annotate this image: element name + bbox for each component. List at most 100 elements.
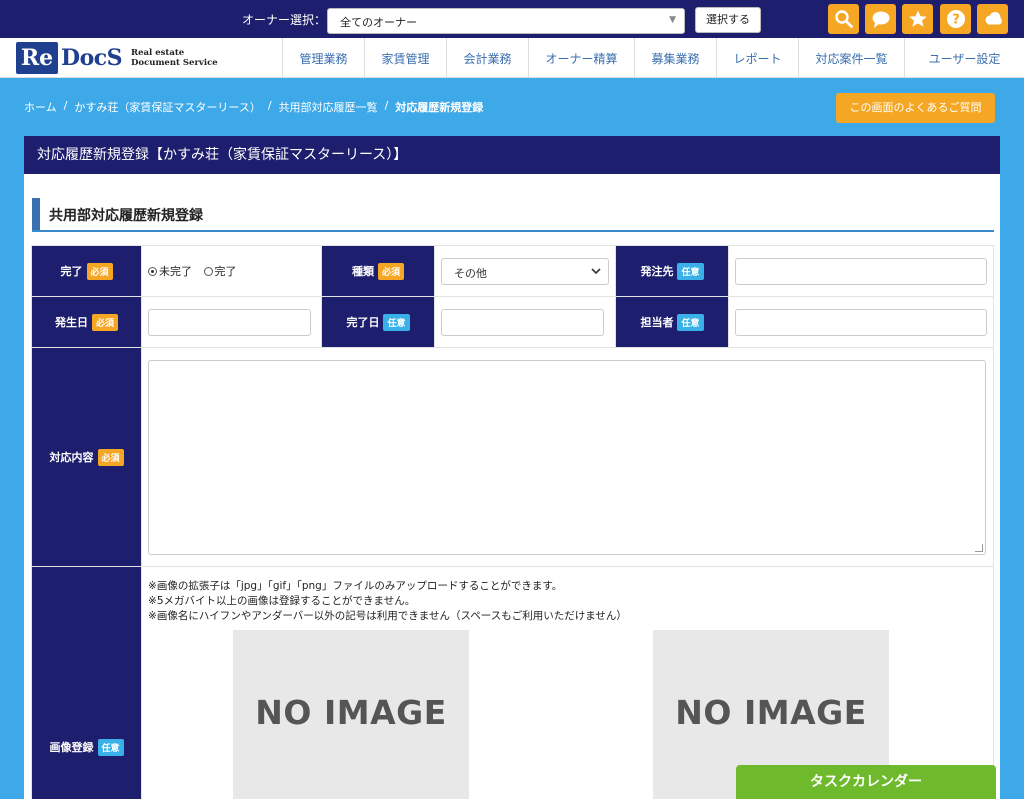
occurred-date-field: [141, 296, 323, 348]
type-select-value: その他: [453, 266, 487, 280]
breadcrumb-separator: /: [384, 99, 389, 112]
no-image-placeholder: NO IMAGE: [675, 693, 867, 732]
svg-text:?: ?: [952, 13, 960, 28]
nav-item-owner-settlement[interactable]: オーナー精算: [528, 38, 634, 78]
redocs-logo[interactable]: Re DocS Real estate Document Service: [16, 42, 218, 74]
content-label-cell: 対応内容 必須: [30, 347, 143, 567]
breadcrumb-property[interactable]: かすみ荘（家賃保証マスターリース）: [74, 99, 260, 115]
required-badge: 必須: [92, 313, 119, 331]
required-badge: 必須: [97, 448, 124, 466]
radio-incomplete[interactable]: 未完了: [148, 263, 192, 279]
staff-input[interactable]: [735, 308, 987, 336]
section-heading: 共用部対応履歴新規登録: [32, 198, 994, 232]
staff-label: 担当者: [640, 315, 674, 329]
completed-date-label-cell: 完了日 任意: [321, 296, 435, 348]
logo-subtitle-line2: Document Service: [131, 58, 218, 68]
owner-select[interactable]: 全てのオーナー ▼: [327, 8, 685, 34]
optional-badge: 任意: [677, 313, 704, 331]
image-note-extension: ※画像の拡張子は「jpg」「gif」「png」ファイルのみアップロードすることが…: [148, 580, 563, 592]
orderer-label: 発注先: [640, 264, 674, 278]
type-label: 種類: [351, 264, 374, 278]
radio-selected-icon: [148, 266, 158, 276]
chat-bubble-icon: [872, 11, 889, 28]
radio-unselected-icon: [203, 266, 213, 276]
completed-date-field: [433, 296, 616, 348]
required-badge: 必須: [377, 262, 404, 280]
main-panel: 対応履歴新規登録【かすみ荘（家賃保証マスターリース）】 共用部対応履歴新規登録 …: [24, 136, 1000, 799]
header: Re DocS Real estate Document Service 管理業…: [0, 38, 1024, 78]
optional-badge: 任意: [677, 262, 704, 280]
image-note-size: ※5メガバイト以上の画像は登録することができません。: [148, 595, 416, 607]
image-note-filename: ※画像名にハイフンやアンダーバー以外の記号は利用できません（スペースもご利用いた…: [148, 610, 627, 622]
completion-label-cell: 完了 必須: [30, 245, 143, 297]
radio-complete[interactable]: 完了: [203, 263, 237, 279]
task-calendar-button[interactable]: タスクカレンダー: [736, 765, 996, 799]
occurred-date-label-cell: 発生日 必須: [30, 296, 143, 348]
breadcrumb-separator: /: [267, 99, 272, 112]
breadcrumb-home[interactable]: ホーム: [24, 99, 57, 115]
type-label-cell: 種類 必須: [321, 245, 435, 297]
orderer-label-cell: 発注先 任意: [614, 245, 730, 297]
optional-badge: 任意: [97, 739, 124, 756]
favorite-button[interactable]: [902, 4, 933, 34]
help-button[interactable]: ?: [940, 4, 971, 34]
occurred-date-input[interactable]: [148, 308, 312, 336]
nav-item-cases[interactable]: 対応案件一覧: [798, 38, 904, 78]
chat-button[interactable]: [865, 4, 896, 34]
radio-incomplete-label: 未完了: [159, 265, 193, 278]
image-label: 画像登録: [49, 741, 94, 754]
completed-date-input[interactable]: [440, 308, 604, 336]
nav-item-recruitment[interactable]: 募集業務: [634, 38, 716, 78]
breadcrumb-separator: /: [63, 99, 68, 112]
star-icon: [908, 10, 927, 27]
staff-label-cell: 担当者 任意: [614, 296, 730, 348]
history-form: 完了 必須 未完了 完了 種類 必須 その他 発注先 任意 発生日 必須 完了日 任意 担…: [30, 245, 994, 799]
resize-grip-icon[interactable]: [975, 543, 984, 552]
section-heading-bar: [32, 198, 40, 230]
cloud-icon: [985, 12, 1002, 25]
section-heading-text: 共用部対応履歴新規登録: [49, 208, 203, 224]
page-title: 対応履歴新規登録【かすみ荘（家賃保証マスターリース）】: [24, 136, 1000, 174]
content-label: 対応内容: [49, 450, 94, 464]
content-field: [141, 347, 994, 567]
nav-item-rent[interactable]: 家賃管理: [364, 38, 446, 78]
main-nav: 管理業務 家賃管理 会計業務 オーナー精算 募集業務 レポート 対応案件一覧 ユ…: [282, 38, 1024, 78]
completion-field: 未完了 完了: [141, 245, 323, 297]
breadcrumb-history-list[interactable]: 共用部対応履歴一覧: [279, 99, 378, 115]
nav-item-accounting[interactable]: 会計業務: [446, 38, 528, 78]
nav-item-user-settings[interactable]: ユーザー設定: [904, 38, 1024, 78]
logo-docs: DocS: [61, 45, 123, 71]
optional-badge: 任意: [383, 313, 410, 331]
nav-item-management[interactable]: 管理業務: [282, 38, 364, 78]
staff-field: [728, 296, 994, 348]
completion-label: 完了: [60, 264, 83, 278]
content-textarea[interactable]: [148, 359, 987, 555]
no-image-placeholder: NO IMAGE: [255, 693, 447, 732]
logo-subtitle-line1: Real estate: [131, 48, 185, 58]
nav-item-report[interactable]: レポート: [716, 38, 798, 78]
top-bar: オーナー選択： 全てのオーナー ▼ 選択する ?: [0, 0, 1024, 38]
image-notes: ※画像の拡張子は「jpg」「gif」「png」ファイルのみアップロードすることが…: [148, 567, 987, 624]
breadcrumb: ホーム / かすみ荘（家賃保証マスターリース） / 共用部対応履歴一覧 / 対応…: [24, 99, 483, 115]
occurred-date-label: 発生日: [55, 315, 88, 329]
search-button[interactable]: [828, 4, 859, 34]
orderer-input[interactable]: [735, 257, 987, 285]
owner-select-value: 全てのオーナー: [340, 16, 417, 29]
logo-subtitle: Real estate Document Service: [131, 48, 218, 68]
chevron-down-icon: [591, 267, 601, 274]
image-label-cell: 画像登録 任意: [30, 566, 143, 799]
image-slot-1[interactable]: NO IMAGE: [233, 630, 470, 799]
chevron-down-icon: ▼: [669, 15, 676, 25]
breadcrumb-current: 対応履歴新規登録: [395, 101, 484, 114]
owner-select-label: オーナー選択：: [242, 13, 327, 27]
cloud-button[interactable]: [977, 4, 1008, 34]
question-icon: ?: [946, 10, 965, 28]
orderer-field: [728, 245, 994, 297]
completed-date-label: 完了日: [346, 315, 380, 329]
radio-complete-label: 完了: [214, 265, 237, 278]
type-select[interactable]: その他: [440, 257, 609, 285]
owner-select-button[interactable]: 選択する: [695, 7, 761, 33]
logo-re: Re: [16, 42, 58, 74]
faq-button[interactable]: この画面のよくあるご質問: [836, 93, 995, 123]
search-icon: [834, 10, 853, 28]
